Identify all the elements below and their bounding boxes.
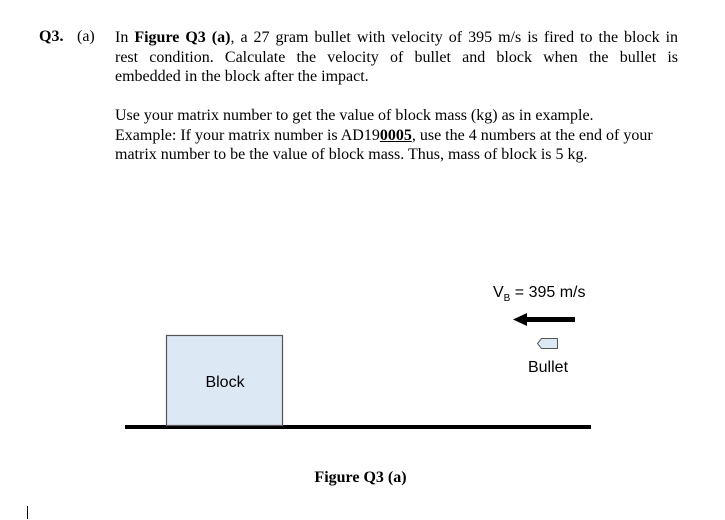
text-cursor: [27, 506, 28, 519]
figure-caption: Figure Q3 (a): [0, 469, 725, 487]
velocity-label: VB = 395 m/s: [493, 284, 586, 304]
velocity-value: = 395 m/s: [510, 284, 585, 301]
velocity-arrow-icon: [513, 313, 575, 326]
figure-caption-text: Figure Q3 (a): [314, 469, 407, 486]
bullet-label: Bullet: [528, 359, 569, 376]
block-label: Block: [205, 374, 245, 391]
velocity-symbol: V: [493, 284, 504, 301]
bullet-icon: [536, 338, 558, 349]
figure-diagram: Block VB = 395 m/s Bullet: [125, 284, 591, 429]
